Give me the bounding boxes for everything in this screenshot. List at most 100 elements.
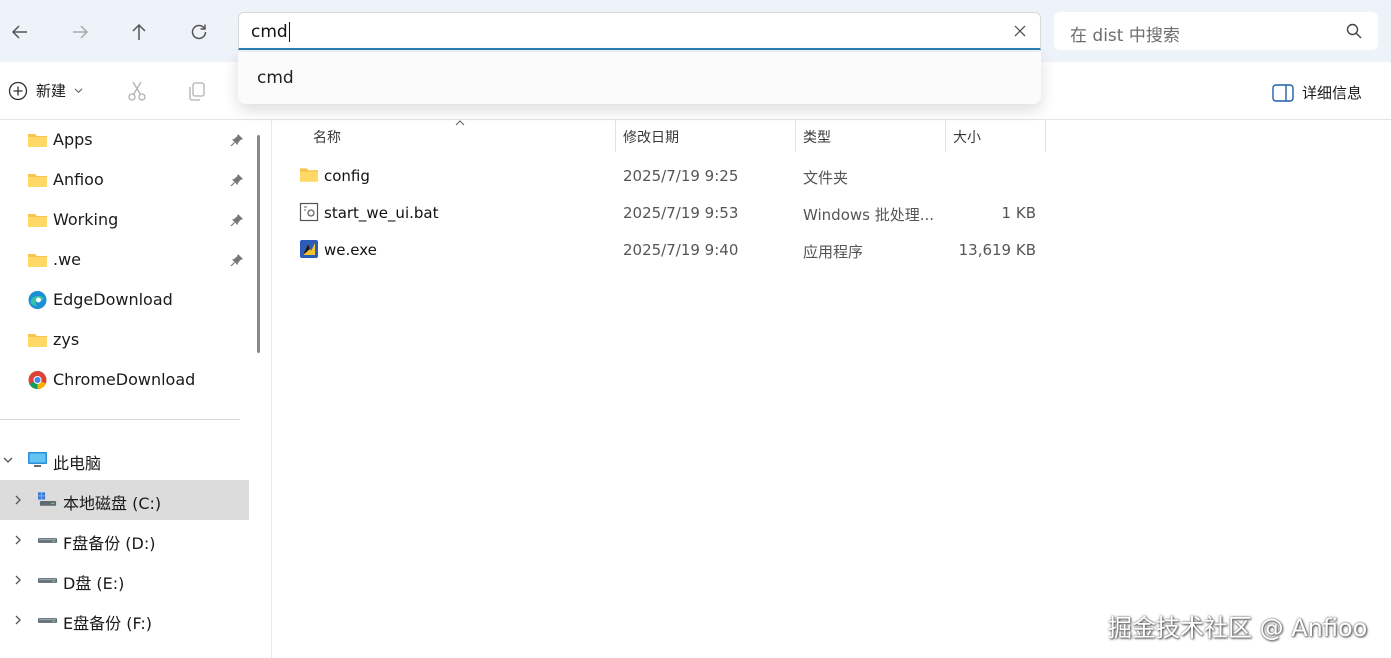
navigation-pane: Apps Anfioo Working .we EdgeDownload zys… bbox=[0, 120, 262, 658]
monitor-icon bbox=[28, 452, 47, 467]
file-type: Windows 批处理... bbox=[803, 206, 935, 224]
sort-ascending-icon bbox=[455, 120, 465, 126]
search-icon bbox=[1346, 23, 1362, 39]
details-pane-button[interactable]: 详细信息 bbox=[1272, 82, 1362, 103]
file-type: 文件夹 bbox=[803, 169, 849, 187]
file-row-start-we-ui-bat[interactable]: start_we_ui.bat 2025/7/19 9:53 Windows 批… bbox=[272, 195, 1052, 231]
drive-icon bbox=[37, 538, 58, 543]
column-separator[interactable] bbox=[615, 120, 616, 152]
copy-icon[interactable] bbox=[186, 80, 208, 102]
sidebar-item-label: .we bbox=[53, 250, 82, 269]
file-date: 2025/7/19 9:25 bbox=[623, 167, 739, 185]
back-button[interactable] bbox=[2, 14, 38, 50]
column-separator[interactable] bbox=[1045, 120, 1046, 152]
arrow-left-icon bbox=[11, 25, 27, 39]
sidebar-item-label: E盘备份 (F:) bbox=[63, 614, 153, 633]
edge-icon bbox=[28, 291, 47, 309]
sidebar-divider bbox=[0, 419, 240, 420]
sidebar-item-label: 此电脑 bbox=[53, 454, 102, 473]
system-drive-icon bbox=[37, 492, 57, 506]
chevron-down-icon bbox=[74, 88, 83, 94]
file-type: 应用程序 bbox=[803, 243, 864, 261]
pin-icon[interactable] bbox=[230, 133, 244, 147]
sidebar-item-label: Anfioo bbox=[53, 170, 104, 189]
sidebar-item-zys[interactable]: zys bbox=[0, 320, 249, 360]
file-row-config[interactable]: config 2025/7/19 9:25 文件夹 bbox=[272, 158, 1052, 194]
bat-file-icon bbox=[299, 202, 319, 222]
chevron-down-icon[interactable] bbox=[2, 453, 14, 467]
arrow-right-icon bbox=[73, 25, 89, 39]
forward-button[interactable] bbox=[62, 14, 98, 50]
sidebar-item-label: 本地磁盘 (C:) bbox=[63, 494, 162, 513]
clear-icon[interactable] bbox=[1012, 23, 1028, 39]
address-value: cmd bbox=[251, 22, 288, 42]
sidebar-item-drive-e[interactable]: D盘 (E:) bbox=[0, 560, 249, 600]
sidebar-item-label: EdgeDownload bbox=[53, 290, 173, 309]
details-pane-label: 详细信息 bbox=[1302, 84, 1363, 102]
column-header-name[interactable]: 名称 bbox=[313, 127, 341, 147]
sidebar-item-label: Apps bbox=[53, 130, 93, 149]
chevron-right-icon[interactable] bbox=[12, 493, 24, 507]
exe-app-icon bbox=[300, 240, 318, 258]
sidebar-item-chromedownload[interactable]: ChromeDownload bbox=[0, 360, 249, 400]
sidebar-item-drive-c[interactable]: 本地磁盘 (C:) bbox=[0, 480, 249, 520]
sidebar-item-drive-f[interactable]: E盘备份 (F:) bbox=[0, 600, 249, 640]
chevron-right-icon[interactable] bbox=[12, 533, 24, 547]
text-caret bbox=[288, 22, 290, 42]
arrow-up-icon bbox=[132, 23, 146, 40]
file-name: we.exe bbox=[324, 241, 377, 259]
file-size: 1 KB bbox=[1001, 204, 1036, 222]
folder-icon bbox=[28, 214, 47, 227]
file-size: 13,619 KB bbox=[958, 241, 1036, 259]
sidebar-item-anfioo[interactable]: Anfioo bbox=[0, 160, 249, 200]
refresh-button[interactable] bbox=[181, 14, 217, 50]
chevron-right-icon[interactable] bbox=[12, 573, 24, 587]
folder-icon bbox=[28, 134, 47, 147]
file-name: config bbox=[324, 167, 370, 185]
sidebar-item-label: Working bbox=[53, 210, 119, 229]
address-suggestion-dropdown[interactable]: cmd bbox=[238, 52, 1041, 104]
sidebar-item-this-pc[interactable]: 此电脑 bbox=[0, 440, 249, 480]
column-header-type[interactable]: 类型 bbox=[803, 127, 831, 147]
plus-circle-icon bbox=[8, 81, 28, 100]
pin-icon[interactable] bbox=[230, 173, 244, 187]
address-input[interactable]: cmd bbox=[238, 12, 1041, 50]
sidebar-item-working[interactable]: Working bbox=[0, 200, 249, 240]
refresh-icon bbox=[191, 24, 207, 40]
folder-icon bbox=[28, 174, 47, 187]
watermark-text: 掘金技术社区 @ Anfioo bbox=[1108, 614, 1368, 642]
column-header-size[interactable]: 大小 bbox=[953, 127, 981, 147]
file-date: 2025/7/19 9:53 bbox=[623, 204, 739, 222]
search-input[interactable]: 在 dist 中搜索 bbox=[1054, 12, 1378, 50]
sidebar-item-label: F盘备份 (D:) bbox=[63, 534, 156, 553]
sidebar-item-edgedownload[interactable]: EdgeDownload bbox=[0, 280, 249, 320]
sidebar-item-drive-d[interactable]: F盘备份 (D:) bbox=[0, 520, 249, 560]
drive-icon bbox=[37, 578, 58, 583]
up-button[interactable] bbox=[121, 14, 157, 50]
folder-icon bbox=[28, 334, 47, 347]
sidebar-item-we[interactable]: .we bbox=[0, 240, 249, 280]
sidebar-item-label: zys bbox=[53, 330, 80, 349]
cut-icon[interactable] bbox=[126, 80, 148, 102]
file-row-we-exe[interactable]: we.exe 2025/7/19 9:40 应用程序 13,619 KB bbox=[272, 232, 1052, 268]
sidebar-scrollbar[interactable] bbox=[257, 135, 260, 353]
pin-icon[interactable] bbox=[230, 253, 244, 267]
search-placeholder: 在 dist 中搜索 bbox=[1070, 26, 1180, 46]
column-header-date[interactable]: 修改日期 bbox=[623, 127, 679, 147]
column-separator[interactable] bbox=[795, 120, 796, 152]
folder-icon bbox=[28, 254, 47, 267]
chevron-right-icon[interactable] bbox=[12, 613, 24, 627]
column-separator[interactable] bbox=[945, 120, 946, 152]
suggestion-item[interactable]: cmd bbox=[257, 68, 294, 88]
new-button[interactable]: 新建 bbox=[8, 80, 83, 101]
chrome-icon bbox=[28, 371, 47, 390]
file-list-pane: 名称 修改日期 类型 大小 config 2025/7/19 9:25 文件夹 … bbox=[271, 120, 1391, 658]
sidebar-item-apps[interactable]: Apps bbox=[0, 120, 249, 160]
file-date: 2025/7/19 9:40 bbox=[623, 241, 739, 259]
new-button-label: 新建 bbox=[36, 82, 67, 100]
folder-icon bbox=[299, 168, 319, 182]
pin-icon[interactable] bbox=[230, 213, 244, 227]
file-name: start_we_ui.bat bbox=[324, 204, 439, 222]
details-pane-icon bbox=[1272, 83, 1294, 102]
drive-icon bbox=[37, 618, 58, 623]
